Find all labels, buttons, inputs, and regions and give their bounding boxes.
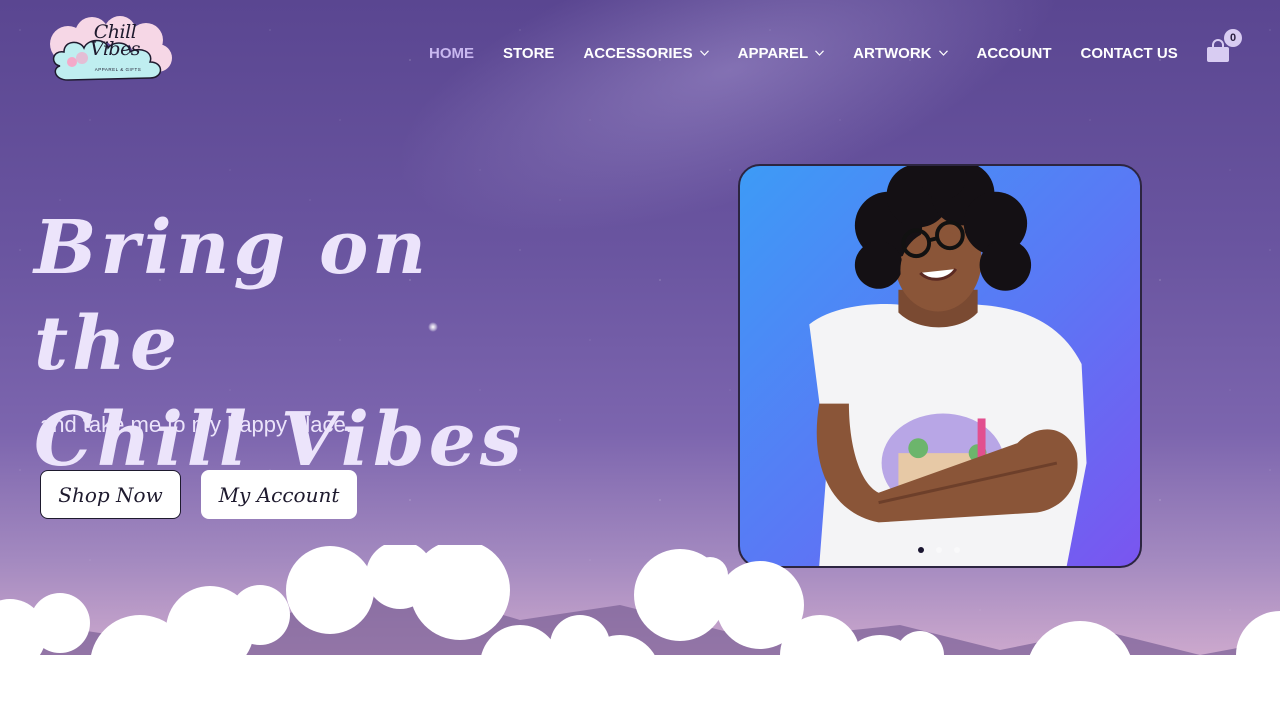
nav-contact-us-label: CONTACT US bbox=[1080, 44, 1178, 62]
model-tshirt-illustration bbox=[809, 166, 1087, 566]
shop-now-button[interactable]: Shop Now bbox=[40, 470, 181, 519]
hero-title-line-1: Bring on the bbox=[34, 205, 431, 387]
main-navigation: HOME STORE ACCESSORIES APPAREL ARTWORK A… bbox=[429, 43, 1178, 63]
chevron-down-icon bbox=[938, 50, 948, 56]
nav-artwork-label: ARTWORK bbox=[853, 44, 932, 62]
hero-subtitle: and take me to my happy place. bbox=[40, 412, 352, 437]
nav-apparel[interactable]: APPAREL bbox=[738, 45, 825, 62]
nav-artwork[interactable]: ARTWORK bbox=[853, 44, 948, 62]
logo-title: Chill Vibes bbox=[89, 21, 141, 60]
cloud-border bbox=[0, 545, 1280, 720]
nav-accessories-label: ACCESSORIES bbox=[583, 44, 693, 62]
chevron-down-icon bbox=[815, 50, 825, 56]
nav-account-label: ACCOUNT bbox=[976, 44, 1052, 62]
nav-store-label: STORE bbox=[503, 44, 555, 62]
hero-title: Bring on the Chill Vibes bbox=[34, 200, 594, 488]
site-logo[interactable]: Chill Vibes APPAREL & GIFTS bbox=[42, 16, 176, 86]
cart-count-badge: 0 bbox=[1224, 29, 1242, 47]
nav-account[interactable]: ACCOUNT bbox=[977, 45, 1052, 62]
hero-product-image bbox=[738, 164, 1142, 568]
nav-apparel-label: APPAREL bbox=[737, 44, 809, 62]
nav-accessories[interactable]: ACCESSORIES bbox=[583, 44, 709, 62]
nav-home-label: HOME bbox=[429, 44, 474, 62]
nav-home[interactable]: HOME bbox=[429, 45, 474, 62]
chevron-down-icon bbox=[699, 50, 709, 56]
logo-subtitle: APPAREL & GIFTS bbox=[94, 67, 142, 72]
nav-store[interactable]: STORE bbox=[503, 45, 554, 62]
nav-contact-us[interactable]: CONTACT US bbox=[1081, 45, 1178, 62]
my-account-button[interactable]: My Account bbox=[201, 470, 357, 519]
